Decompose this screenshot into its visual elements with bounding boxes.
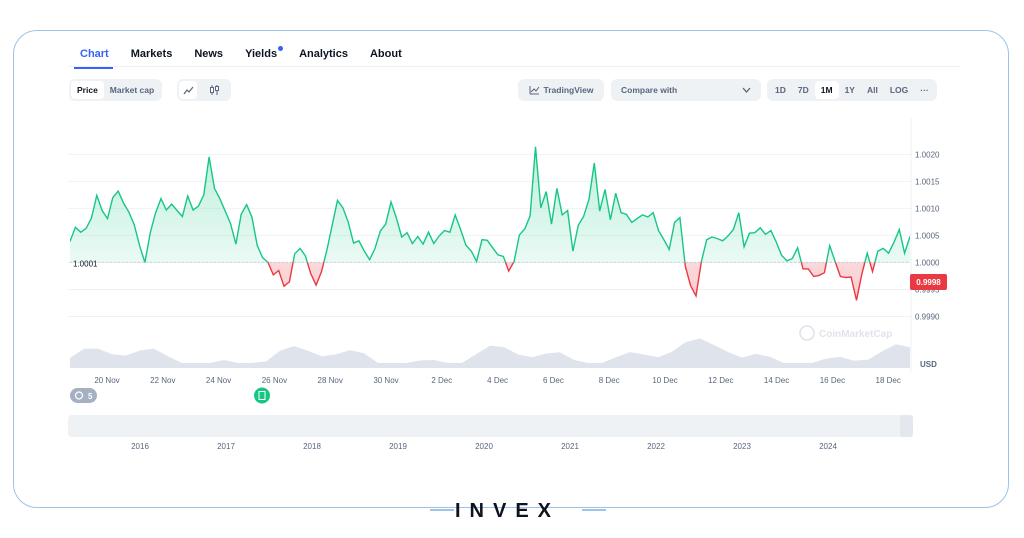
positive-area (70, 146, 910, 263)
range-navigator (68, 415, 913, 437)
navigator-tick-label: 2020 (475, 442, 493, 451)
current-price-badge: 0.9998 (910, 274, 947, 290)
navigator-tick-label: 2016 (131, 442, 149, 451)
brand-line-right (582, 509, 606, 511)
navigator-tick-label: 2024 (819, 442, 837, 451)
navigator-tick-label: 2022 (647, 442, 665, 451)
y-tick-label: 0.9990 (915, 312, 940, 321)
navigator-tick-label: 2021 (561, 442, 579, 451)
y-tick-label: 1.0005 (915, 231, 940, 240)
x-tick-label: 30 Nov (373, 376, 398, 385)
x-tick-label: 28 Nov (318, 376, 343, 385)
news-event-marker (254, 387, 270, 404)
x-tick-label: 2 Dec (431, 376, 452, 385)
x-tick-label: 24 Nov (206, 376, 231, 385)
y-tick-label: 1.0015 (915, 177, 940, 186)
events-badge (70, 388, 97, 403)
navigator-handle (900, 415, 913, 437)
x-tick-label: 10 Dec (652, 376, 677, 385)
x-tick-label: 6 Dec (543, 376, 564, 385)
y-tick-label: 1.0020 (915, 150, 940, 159)
events-count: 5 (88, 392, 93, 401)
x-tick-label: 18 Dec (876, 376, 901, 385)
navigator-tick-label: 2019 (389, 442, 407, 451)
price-chart: 1.00201.00151.00101.00051.00000.99950.99… (68, 118, 940, 451)
y-tick-label: 1.0010 (915, 204, 940, 213)
navigator-tick-label: 2023 (733, 442, 751, 451)
navigator-tick-label: 2018 (303, 442, 321, 451)
x-tick-label: 4 Dec (487, 376, 508, 385)
cmc-logo-icon (799, 325, 815, 341)
x-tick-label: 14 Dec (764, 376, 789, 385)
y-tick-label: 1.0000 (915, 258, 940, 267)
x-tick-label: 8 Dec (599, 376, 620, 385)
brand-logo: INVEX (455, 500, 561, 522)
x-tick-label: 26 Nov (262, 376, 287, 385)
watermark-text: CoinMarketCap (819, 329, 892, 340)
brand-line-left (430, 509, 454, 511)
volume-area (70, 338, 910, 368)
x-tick-label: 22 Nov (150, 376, 175, 385)
currency-label: USD (920, 360, 937, 369)
x-tick-label: 20 Nov (94, 376, 119, 385)
x-tick-label: 16 Dec (820, 376, 845, 385)
navigator-tick-label: 2017 (217, 442, 235, 451)
x-tick-label: 12 Dec (708, 376, 733, 385)
coinmarketcap-watermark: CoinMarketCap (799, 325, 892, 341)
